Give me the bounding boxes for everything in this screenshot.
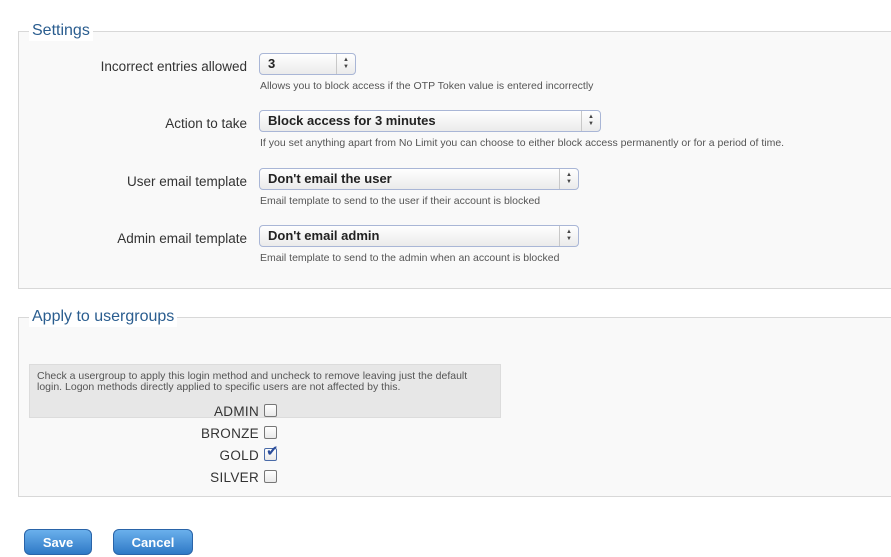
incorrect-entries-help: Allows you to block access if the OTP To…	[260, 80, 594, 92]
usergroup-admin-checkbox[interactable]	[264, 404, 277, 417]
admin-email-label: Admin email template	[117, 231, 247, 246]
user-email-value: Don't email the user	[268, 171, 392, 186]
select-arrows-icon: ▲ ▼	[559, 169, 578, 189]
action-value: Block access for 3 minutes	[268, 113, 436, 128]
select-arrows-icon: ▲ ▼	[559, 226, 578, 246]
save-button[interactable]: Save	[24, 529, 92, 555]
incorrect-entries-select[interactable]: 3 ▲ ▼	[259, 53, 356, 75]
usergroup-bronze-checkbox[interactable]	[264, 426, 277, 439]
usergroup-label: SILVER	[210, 470, 259, 485]
settings-fieldset: Settings Incorrect entries allowed 3 ▲ ▼ …	[18, 21, 891, 289]
admin-email-value: Don't email admin	[268, 228, 380, 243]
usergroups-legend: Apply to usergroups	[29, 307, 178, 327]
incorrect-entries-value: 3	[268, 56, 276, 71]
settings-legend: Settings	[29, 21, 93, 41]
usergroup-label: BRONZE	[200, 426, 259, 441]
select-arrows-icon: ▲ ▼	[336, 54, 355, 74]
select-arrows-icon: ▲ ▼	[581, 111, 600, 131]
usergroup-label: ADMIN	[214, 404, 259, 419]
usergroup-row: GOLD ✔	[19, 444, 279, 464]
usergroups-fieldset: Apply to usergroups Check a usergroup to…	[18, 307, 891, 497]
user-email-help: Email template to send to the user if th…	[260, 195, 541, 207]
admin-email-help: Email template to send to the admin when…	[260, 252, 560, 264]
incorrect-entries-label: Incorrect entries allowed	[100, 59, 247, 74]
usergroup-silver-checkbox[interactable]	[264, 470, 277, 483]
usergroup-row: ADMIN	[19, 402, 277, 420]
user-email-select[interactable]: Don't email the user ▲ ▼	[259, 168, 579, 190]
checkmark-icon: ✔	[266, 443, 279, 460]
admin-email-select[interactable]: Don't email admin ▲ ▼	[259, 225, 579, 247]
usergroup-row: SILVER	[19, 468, 277, 486]
user-email-label: User email template	[126, 174, 247, 189]
action-label: Action to take	[165, 116, 247, 131]
usergroup-gold-checkbox[interactable]: ✔	[264, 444, 279, 461]
usergroup-label: GOLD	[219, 448, 259, 463]
action-select[interactable]: Block access for 3 minutes ▲ ▼	[259, 110, 601, 132]
cancel-button[interactable]: Cancel	[113, 529, 193, 555]
action-help: If you set anything apart from No Limit …	[260, 137, 785, 149]
usergroup-row: BRONZE	[19, 424, 277, 442]
